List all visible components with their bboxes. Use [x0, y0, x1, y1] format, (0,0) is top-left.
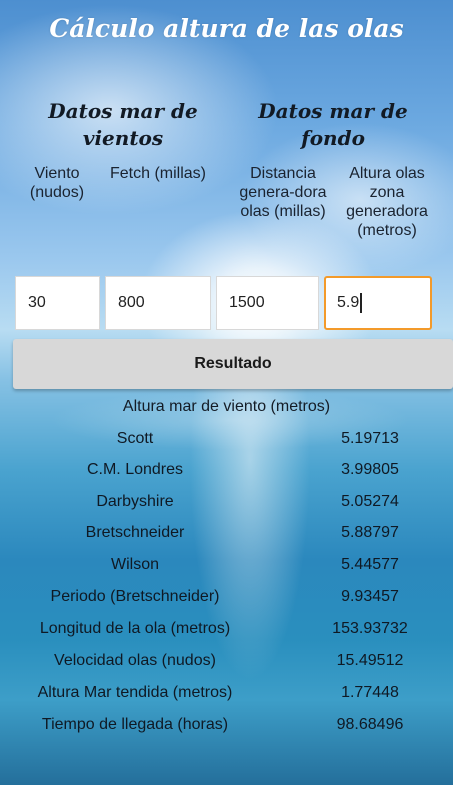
input-fetch[interactable]: 800 — [105, 276, 211, 330]
input-viento-value: 30 — [28, 294, 46, 311]
text-cursor — [360, 292, 362, 313]
result-value: 9.93457 — [341, 588, 399, 605]
result-row-velocidad: Velocidad olas (nudos) 15.49512 — [0, 645, 453, 676]
result-row-mar-tendida: Altura Mar tendida (metros) 1.77448 — [0, 677, 453, 708]
result-label: Altura Mar tendida (metros) — [37, 684, 233, 701]
result-label: Longitud de la ola (metros) — [39, 620, 231, 637]
app-title: Cálculo altura de las olas — [49, 14, 404, 43]
result-value: 5.88797 — [341, 524, 399, 541]
result-label: Tiempo de llegada (horas) — [41, 716, 229, 733]
result-value: 153.93732 — [332, 620, 408, 637]
result-value: 15.49512 — [336, 652, 404, 669]
resultado-button[interactable]: Resultado — [13, 339, 453, 389]
result-row-wilson: Wilson 5.44577 — [0, 549, 453, 580]
result-row-periodo: Periodo (Bretschneider) 9.93457 — [0, 581, 453, 612]
result-label: Wilson — [110, 556, 159, 573]
result-row-cm-londres: C.M. Londres 3.99805 — [0, 454, 453, 485]
result-row-darbyshire: Darbyshire 5.05274 — [0, 486, 453, 517]
result-label: Darbyshire — [96, 493, 174, 510]
label-distancia: Distancia genera-dora olas (millas) — [239, 165, 327, 220]
input-viento[interactable]: 30 — [15, 276, 100, 330]
result-label: Scott — [116, 430, 154, 447]
input-altura[interactable]: 5.9 — [324, 276, 432, 330]
label-viento: Viento (nudos) — [29, 165, 85, 201]
label-altura: Altura olas zona generadora (metros) — [346, 165, 428, 239]
result-value: 5.19713 — [341, 430, 399, 447]
section-heading-swell: Datos mar de fondo — [258, 99, 408, 150]
input-distancia[interactable]: 1500 — [216, 276, 319, 330]
result-label: C.M. Londres — [86, 461, 184, 478]
result-label: Velocidad olas (nudos) — [54, 652, 216, 669]
result-row-scott: Scott 5.19713 — [0, 423, 453, 454]
result-row-longitud: Longitud de la ola (metros) 153.93732 — [0, 613, 453, 644]
result-value: 1.77448 — [341, 684, 399, 701]
label-fetch: Fetch (millas) — [109, 165, 206, 182]
result-row-tiempo: Tiempo de llegada (horas) 98.68496 — [0, 709, 453, 740]
input-fetch-value: 800 — [118, 294, 145, 311]
input-altura-value: 5.9 — [337, 294, 360, 311]
results-header: Altura mar de viento (metros) — [122, 398, 331, 415]
result-label: Bretschneider — [85, 524, 185, 541]
section-heading-wind: Datos mar de vientos — [48, 99, 198, 150]
result-value: 5.44577 — [341, 556, 399, 573]
result-row-bretschneider: Bretschneider 5.88797 — [0, 517, 453, 548]
result-value: 5.05274 — [341, 493, 399, 510]
result-label: Periodo (Bretschneider) — [50, 588, 220, 605]
input-distancia-value: 1500 — [229, 294, 265, 311]
result-value: 98.68496 — [336, 716, 404, 733]
result-value: 3.99805 — [341, 461, 399, 478]
